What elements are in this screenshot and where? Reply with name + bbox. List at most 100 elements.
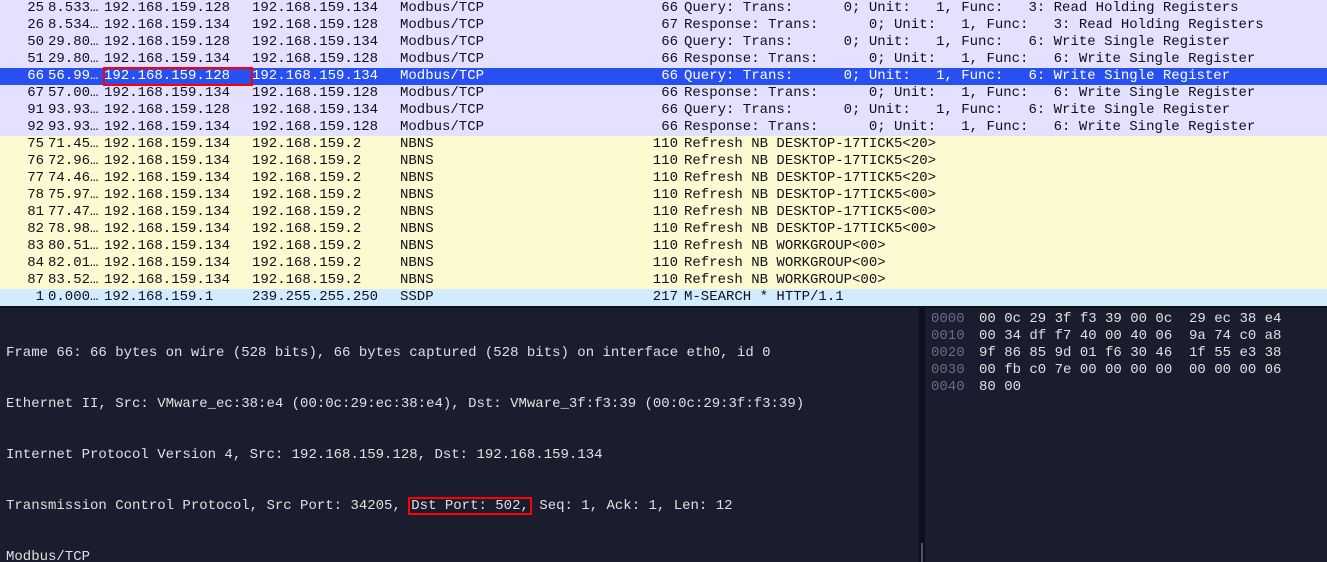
- col-length: 110: [500, 221, 684, 238]
- packet-list[interactable]: 258.533…192.168.159.128192.168.159.134Mo…: [0, 0, 1327, 306]
- col-no: 75: [0, 136, 48, 153]
- hex-line[interactable]: 000000 0c 29 3f f3 39 00 0c 29 ec 38 e4: [931, 311, 1321, 328]
- packet-row[interactable]: 258.533…192.168.159.128192.168.159.134Mo…: [0, 0, 1327, 17]
- col-source: 192.168.159.134: [104, 204, 252, 221]
- packet-row[interactable]: 9293.93…192.168.159.134192.168.159.128Mo…: [0, 119, 1327, 136]
- col-length: 66: [500, 119, 684, 136]
- col-length: 66: [500, 85, 684, 102]
- packet-bytes-pane[interactable]: 000000 0c 29 3f f3 39 00 0c 29 ec 38 e40…: [925, 308, 1327, 562]
- col-destination: 192.168.159.2: [252, 187, 400, 204]
- packet-row[interactable]: 9193.93…192.168.159.128192.168.159.134Mo…: [0, 102, 1327, 119]
- col-info: M-SEARCH * HTTP/1.1: [684, 289, 1327, 306]
- packet-row[interactable]: 8482.01…192.168.159.134192.168.159.2NBNS…: [0, 255, 1327, 272]
- tcp-summary[interactable]: Transmission Control Protocol, Src Port:…: [6, 498, 913, 515]
- col-length: 66: [500, 102, 684, 119]
- col-destination: 192.168.159.2: [252, 255, 400, 272]
- col-time: 0.000…: [48, 289, 104, 306]
- col-source: 192.168.159.134: [104, 136, 252, 153]
- packet-row[interactable]: 8380.51…192.168.159.134192.168.159.2NBNS…: [0, 238, 1327, 255]
- col-time: 29.80…: [48, 51, 104, 68]
- col-length: 110: [500, 153, 684, 170]
- ip-summary[interactable]: Internet Protocol Version 4, Src: 192.16…: [6, 447, 913, 464]
- packet-details-pane[interactable]: Frame 66: 66 bytes on wire (528 bits), 6…: [0, 308, 919, 562]
- col-info: Refresh NB DESKTOP-17TICK5<20>: [684, 153, 1327, 170]
- packet-row[interactable]: 7672.96…192.168.159.134192.168.159.2NBNS…: [0, 153, 1327, 170]
- col-destination: 192.168.159.2: [252, 204, 400, 221]
- col-time: 8.534…: [48, 17, 104, 34]
- col-protocol: Modbus/TCP: [400, 0, 500, 17]
- col-time: 71.45…: [48, 136, 104, 153]
- hex-line[interactable]: 001000 34 df f7 40 00 40 06 9a 74 c0 a8: [931, 328, 1321, 345]
- col-protocol: Modbus/TCP: [400, 119, 500, 136]
- col-protocol: NBNS: [400, 187, 500, 204]
- col-destination: 192.168.159.128: [252, 51, 400, 68]
- hex-line[interactable]: 00209f 86 85 9d 01 f6 30 46 1f 55 e3 38: [931, 345, 1321, 362]
- col-protocol: SSDP: [400, 289, 500, 306]
- ethernet-summary[interactable]: Ethernet II, Src: VMware_ec:38:e4 (00:0c…: [6, 396, 913, 413]
- col-destination: 192.168.159.2: [252, 136, 400, 153]
- packet-row[interactable]: 6757.00…192.168.159.134192.168.159.128Mo…: [0, 85, 1327, 102]
- hex-line[interactable]: 003000 fb c0 7e 00 00 00 00 00 00 00 06: [931, 362, 1321, 379]
- col-no: 26: [0, 17, 48, 34]
- packet-row[interactable]: 10.000…192.168.159.1239.255.255.250SSDP2…: [0, 289, 1327, 306]
- col-source: 192.168.159.134: [104, 170, 252, 187]
- frame-summary[interactable]: Frame 66: 66 bytes on wire (528 bits), 6…: [6, 345, 913, 362]
- col-protocol: NBNS: [400, 204, 500, 221]
- col-no: 78: [0, 187, 48, 204]
- col-source: 192.168.159.128: [104, 34, 252, 51]
- packet-row[interactable]: 8278.98…192.168.159.134192.168.159.2NBNS…: [0, 221, 1327, 238]
- col-info: Refresh NB WORKGROUP<00>: [684, 255, 1327, 272]
- col-destination: 192.168.159.2: [252, 170, 400, 187]
- col-protocol: NBNS: [400, 238, 500, 255]
- col-no: 81: [0, 204, 48, 221]
- col-destination: 192.168.159.2: [252, 238, 400, 255]
- col-no: 1: [0, 289, 48, 306]
- col-destination: 192.168.159.2: [252, 221, 400, 238]
- col-destination: 192.168.159.134: [252, 102, 400, 119]
- tcp-post: Seq: 1, Ack: 1, Len: 12: [531, 498, 733, 514]
- col-length: 110: [500, 255, 684, 272]
- hex-line[interactable]: 004080 00: [931, 379, 1321, 396]
- tcp-pre: Transmission Control Protocol, Src Port:…: [6, 498, 409, 514]
- col-destination: 192.168.159.134: [252, 0, 400, 17]
- packet-row[interactable]: 5029.80…192.168.159.128192.168.159.134Mo…: [0, 34, 1327, 51]
- col-destination: 239.255.255.250: [252, 289, 400, 306]
- packet-row[interactable]: 7774.46…192.168.159.134192.168.159.2NBNS…: [0, 170, 1327, 187]
- col-no: 92: [0, 119, 48, 136]
- col-length: 110: [500, 187, 684, 204]
- modbus-tcp-node[interactable]: Modbus/TCP: [6, 549, 913, 562]
- col-protocol: Modbus/TCP: [400, 68, 500, 85]
- col-time: 74.46…: [48, 170, 104, 187]
- col-length: 110: [500, 136, 684, 153]
- col-length: 66: [500, 34, 684, 51]
- col-source: 192.168.159.134: [104, 85, 252, 102]
- col-destination: 192.168.159.134: [252, 34, 400, 51]
- packet-row[interactable]: 8783.52…192.168.159.134192.168.159.2NBNS…: [0, 272, 1327, 289]
- col-source: 192.168.159.134: [104, 17, 252, 34]
- col-protocol: NBNS: [400, 221, 500, 238]
- packet-row[interactable]: 5129.80…192.168.159.134192.168.159.128Mo…: [0, 51, 1327, 68]
- col-time: 93.93…: [48, 119, 104, 136]
- hex-bytes: 80 00: [979, 379, 1321, 396]
- col-time: 8.533…: [48, 0, 104, 17]
- col-time: 93.93…: [48, 102, 104, 119]
- col-protocol: NBNS: [400, 255, 500, 272]
- col-destination: 192.168.159.2: [252, 272, 400, 289]
- col-source: 192.168.159.134: [104, 238, 252, 255]
- col-info: Refresh NB DESKTOP-17TICK5<00>: [684, 204, 1327, 221]
- col-info: Refresh NB DESKTOP-17TICK5<00>: [684, 221, 1327, 238]
- col-no: 66: [0, 68, 48, 85]
- col-destination: 192.168.159.128: [252, 85, 400, 102]
- col-no: 77: [0, 170, 48, 187]
- col-time: 57.00…: [48, 85, 104, 102]
- packet-row[interactable]: 7875.97…192.168.159.134192.168.159.2NBNS…: [0, 187, 1327, 204]
- packet-row[interactable]: 268.534…192.168.159.134192.168.159.128Mo…: [0, 17, 1327, 34]
- col-length: 110: [500, 204, 684, 221]
- vertical-splitter[interactable]: [919, 308, 925, 562]
- col-source: 192.168.159.128: [104, 68, 252, 85]
- packet-row[interactable]: 8177.47…192.168.159.134192.168.159.2NBNS…: [0, 204, 1327, 221]
- col-time: 78.98…: [48, 221, 104, 238]
- packet-row[interactable]: 6656.99…192.168.159.128192.168.159.134Mo…: [0, 68, 1327, 85]
- packet-row[interactable]: 7571.45…192.168.159.134192.168.159.2NBNS…: [0, 136, 1327, 153]
- col-length: 66: [500, 51, 684, 68]
